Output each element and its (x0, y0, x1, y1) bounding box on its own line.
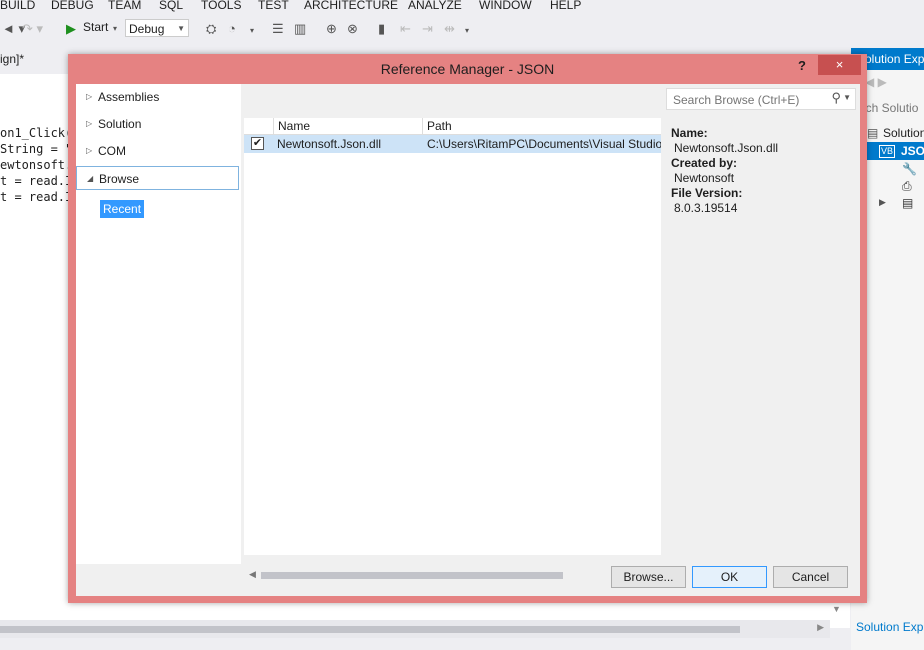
browser-icon[interactable]: ◔ (228, 21, 236, 36)
detail-created-label: Created by: (671, 156, 738, 170)
reference-name: Newtonsoft.Json.dll (277, 137, 382, 151)
list-horizontal-scrollbar[interactable]: ◀ ▶ (244, 567, 661, 583)
config-icon[interactable]: ⎙ (902, 179, 912, 194)
toolbar: ◄ ▾ ↷ ▾ ▶ Start ▾ Debug ▼ ⛭ ◔ ▾ ☰ ▥ ⊕ ⊗ … (0, 14, 924, 46)
code-line: on1_Click( (0, 126, 73, 140)
solution-icon: ▤ (867, 126, 879, 140)
reference-details: Name: Newtonsoft.Json.dll Created by: Ne… (671, 126, 778, 216)
chevron-down-icon: ▼ (177, 24, 185, 33)
wrench-icon[interactable]: 🔧 (902, 162, 917, 176)
expand-icon: ▷ (86, 119, 93, 128)
nav-item-solution[interactable]: ▷ Solution (76, 112, 239, 136)
scroll-left-icon[interactable]: ◀ (249, 569, 256, 580)
nav-item-com[interactable]: ▷ COM (76, 139, 239, 163)
browse-button[interactable]: Browse... (611, 566, 686, 588)
remove-breakpoint-icon[interactable]: ⊗ (347, 21, 358, 37)
menu-team[interactable]: TEAM (108, 0, 141, 12)
code-line: t = read.I (0, 174, 73, 188)
code-line: ewtonsoft. (0, 158, 73, 172)
back-forward-icon[interactable]: ◀ ▶ (865, 75, 887, 89)
reference-checkbox[interactable]: ✔ (251, 137, 264, 150)
detail-version-value: 8.0.3.19514 (674, 201, 738, 215)
close-button[interactable]: × (818, 55, 861, 75)
bookmark-icon[interactable]: ▮ (378, 21, 385, 37)
menu-window[interactable]: WINDOW (479, 0, 532, 12)
start-dropdown-icon[interactable]: ▾ (113, 24, 117, 33)
menu-tools[interactable]: TOOLS (201, 0, 241, 12)
form-icon[interactable]: ▤ (902, 196, 913, 210)
dialog-body: ▷ Assemblies ▷ Solution ▷ COM ◢ Browse R… (76, 84, 860, 596)
reference-path: C:\Users\RitamPC\Documents\Visual Studio (427, 137, 661, 151)
project-node-label: JSON (901, 144, 924, 158)
nav-item-label: COM (98, 144, 126, 158)
detail-version-label: File Version: (671, 186, 743, 200)
breakpoint-icon[interactable]: ⊕ (326, 21, 337, 37)
configuration-value: Debug (129, 22, 165, 36)
menu-bar: BUILD DEBUG TEAM SQL TOOLS TEST ARCHITEC… (0, 0, 924, 14)
configuration-combo[interactable]: Debug ▼ (125, 19, 189, 37)
table-row[interactable]: ✔ Newtonsoft.Json.dll C:\Users\RitamPC\D… (244, 135, 661, 153)
detail-name-value: Newtonsoft.Json.dll (674, 141, 779, 155)
column-header-name[interactable]: Name (273, 118, 423, 134)
reference-manager-dialog: Reference Manager - JSON ? × ▷ Assemblie… (68, 54, 867, 603)
expand-icon: ▷ (86, 92, 93, 101)
clear-bookmarks-icon[interactable]: ⇹ (444, 21, 455, 37)
nav-item-assemblies[interactable]: ▷ Assemblies (76, 85, 239, 109)
next-bookmark-icon[interactable]: ⇥ (422, 21, 433, 37)
list-header: Name Path (244, 118, 661, 135)
cancel-button[interactable]: Cancel (773, 566, 848, 588)
reference-category-nav: ▷ Assemblies ▷ Solution ▷ COM ◢ Browse R… (76, 84, 241, 564)
solution-explorer-tab[interactable]: Solution Expl (856, 620, 924, 634)
detail-created-value: Newtonsoft (674, 171, 735, 185)
expand-icon: ▷ (86, 146, 93, 155)
menu-debug[interactable]: DEBUG (51, 0, 94, 12)
vb-project-icon: VB (879, 145, 896, 158)
menu-analyze[interactable]: ANALYZE (408, 0, 462, 12)
code-line: t = read.I (0, 190, 73, 204)
ok-button[interactable]: OK (692, 566, 767, 588)
scroll-right-icon[interactable]: ▶ (817, 622, 824, 633)
search-icon[interactable]: ⚲ (831, 90, 841, 106)
prev-bookmark-icon[interactable]: ⇤ (400, 21, 411, 37)
menu-build[interactable]: BUILD (0, 0, 35, 12)
nav-item-label: Browse (99, 172, 140, 186)
scrollbar-thumb[interactable] (0, 626, 740, 633)
chevron-down-icon[interactable]: ▼ (843, 93, 851, 102)
nav-item-label: Solution (98, 117, 142, 131)
collapse-icon: ◢ (87, 174, 94, 183)
scroll-down-icon[interactable]: ▼ (832, 604, 841, 614)
column-header-path[interactable]: Path (422, 118, 661, 134)
search-input[interactable] (671, 91, 825, 109)
nav-item-label: Assemblies (98, 90, 160, 104)
columns-icon[interactable]: ▥ (294, 21, 306, 37)
menu-sql[interactable]: SQL (159, 0, 183, 12)
format-icon[interactable]: ☰ (272, 21, 284, 37)
document-tab[interactable]: ign]* (0, 52, 24, 66)
nav-item-browse[interactable]: ◢ Browse (76, 166, 239, 190)
detail-name-label: Name: (671, 126, 708, 140)
menu-help[interactable]: HELP (550, 0, 581, 12)
help-button[interactable]: ? (798, 58, 806, 73)
editor-horizontal-scrollbar[interactable]: ▶ (0, 620, 830, 638)
start-icon[interactable]: ▶ (66, 21, 76, 37)
overflow-icon[interactable]: ▾ (465, 26, 469, 35)
dialog-title: Reference Manager - JSON (380, 61, 555, 77)
code-line: String = " (0, 142, 73, 156)
redo-icon[interactable]: ↷ ▾ (22, 21, 43, 37)
search-box[interactable]: ⚲ ▼ (666, 88, 856, 110)
menu-architecture[interactable]: ARCHITECTURE (304, 0, 398, 12)
scrollbar-thumb[interactable] (261, 572, 563, 579)
expand-icon[interactable]: ▶ (879, 197, 886, 208)
attach-icon[interactable]: ⛭ (206, 21, 216, 37)
start-button[interactable]: Start (83, 20, 108, 34)
reference-list: Name Path ✔ Newtonsoft.Json.dll C:\Users… (244, 118, 661, 555)
menu-test[interactable]: TEST (258, 0, 289, 12)
solution-node-label: Solution (883, 126, 924, 140)
nav-item-recent[interactable]: Recent (100, 200, 145, 218)
toolbar-dropdown-icon[interactable]: ▾ (250, 26, 254, 35)
